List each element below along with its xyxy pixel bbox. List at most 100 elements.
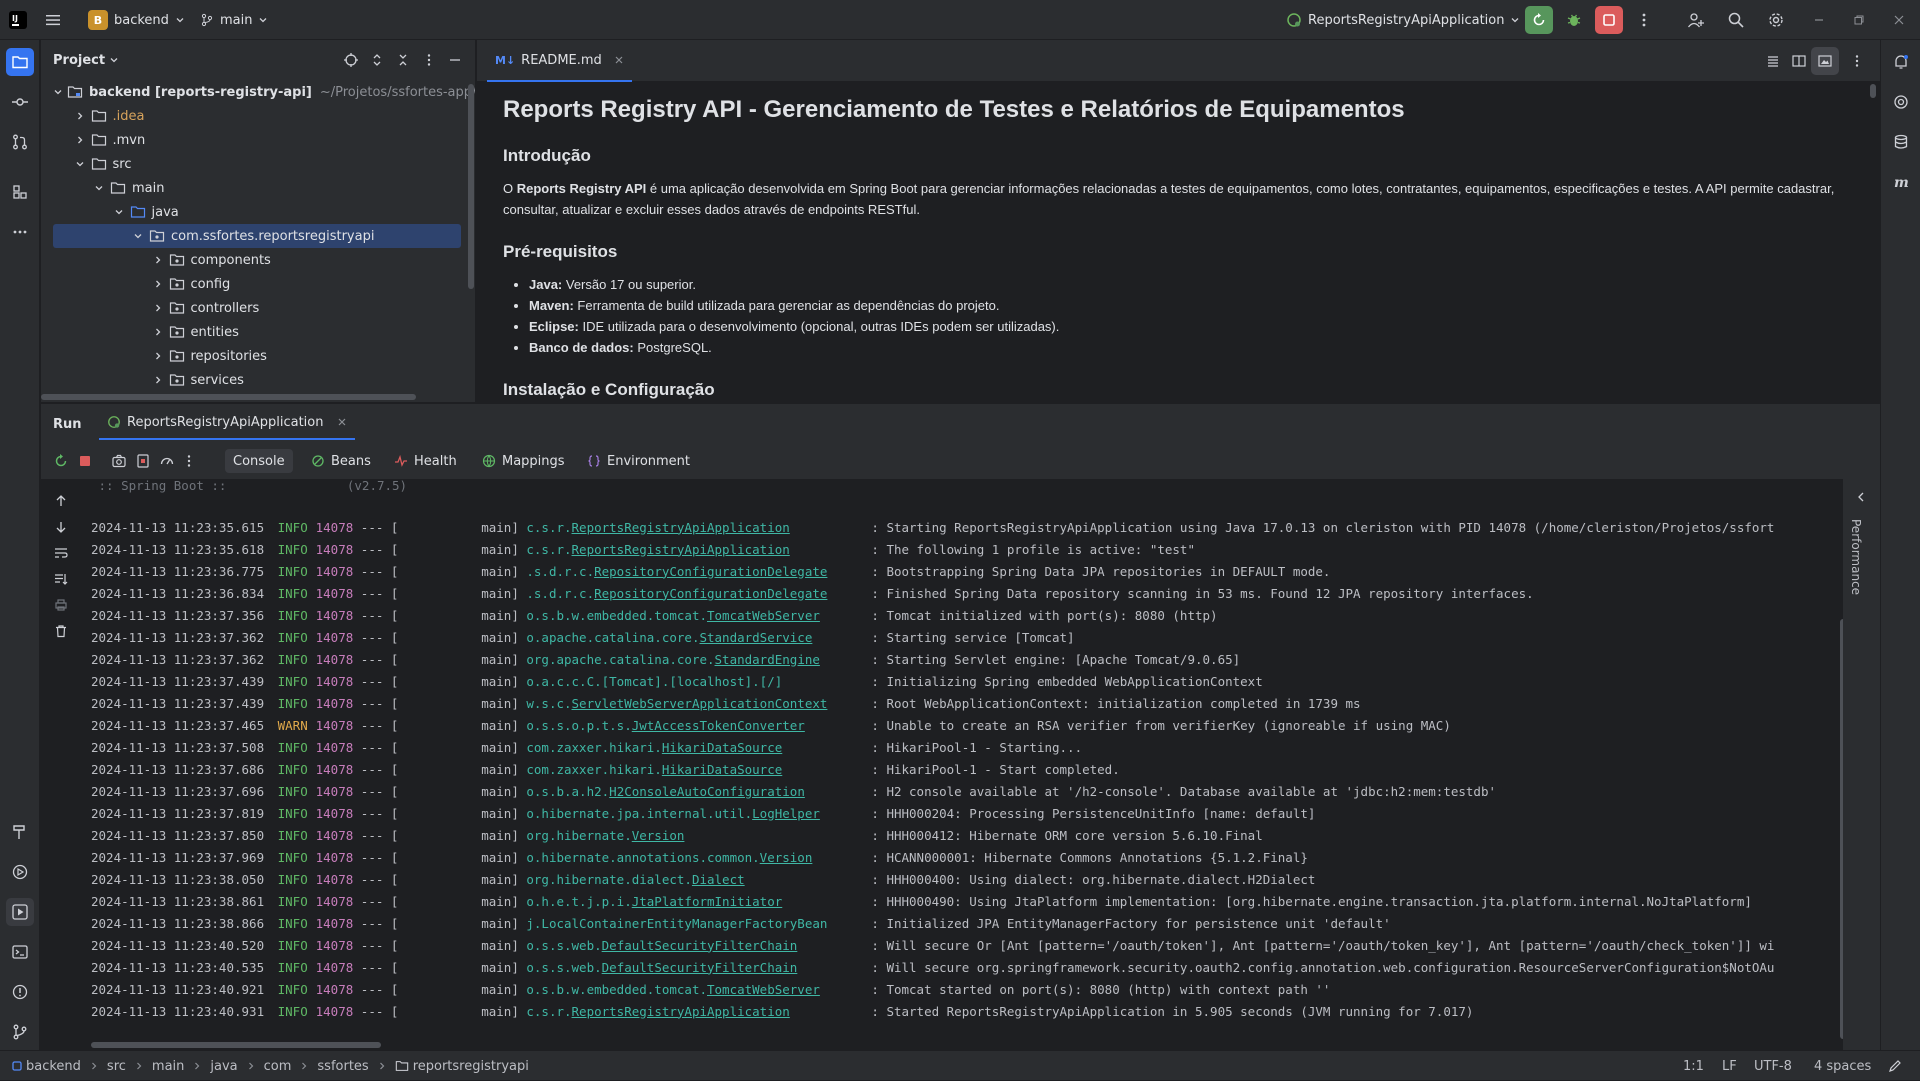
tree-item[interactable]: components	[41, 248, 461, 272]
git-tool-button[interactable]	[6, 1018, 34, 1046]
clear-console-button[interactable]	[47, 617, 75, 645]
tab-readme[interactable]: M↓ README.md	[487, 40, 632, 82]
chevron-down-icon[interactable]	[73, 157, 87, 171]
stop-app-button[interactable]	[71, 447, 99, 475]
log-logger-class-link[interactable]: RepositoryConfigurationDelegate	[594, 564, 827, 579]
line-separator[interactable]: LF	[1722, 1051, 1737, 1081]
breadcrumb-item[interactable]: reportsregistryapi	[413, 1059, 529, 1074]
chevron-right-icon[interactable]	[73, 133, 87, 147]
vertical-scrollbar[interactable]	[468, 84, 474, 289]
tab-console[interactable]: Console	[225, 449, 293, 473]
log-logger-class-link[interactable]: StandardService	[699, 630, 812, 645]
tree-item[interactable]: .idea	[41, 104, 461, 128]
close-icon[interactable]	[337, 417, 347, 427]
breadcrumb-item[interactable]: ssfortes	[317, 1059, 368, 1074]
log-logger-class-link[interactable]: HikariDataSource	[662, 740, 782, 755]
console-horizontal-scrollbar[interactable]	[91, 1042, 381, 1048]
preview-only-button[interactable]	[1811, 47, 1839, 75]
tree-item[interactable]: repositories	[41, 344, 461, 368]
chevron-right-icon[interactable]	[151, 349, 165, 363]
app-logo[interactable]: IJ	[8, 0, 28, 40]
log-logger-class-link[interactable]: TomcatWebServer	[707, 608, 820, 623]
breadcrumb-item[interactable]: com	[264, 1059, 292, 1074]
editor-only-view-button[interactable]	[1759, 47, 1787, 75]
vcs-branch-switcher[interactable]: main	[200, 0, 268, 40]
tab-mappings[interactable]: Mappings	[474, 443, 573, 479]
minimize-window-button[interactable]	[1805, 6, 1833, 34]
split-view-button[interactable]	[1785, 47, 1813, 75]
run-tool-button[interactable]	[6, 898, 34, 926]
run-config-tab[interactable]: ReportsRegistryApiApplication	[99, 406, 356, 440]
tab-environment[interactable]: Environment	[579, 443, 698, 479]
close-window-button[interactable]	[1885, 6, 1913, 34]
services-tool-button[interactable]	[6, 858, 34, 886]
log-logger-class-link[interactable]: ServletWebServerApplicationContext	[572, 696, 828, 711]
log-logger-class-link[interactable]: DefaultSecurityFilterChain	[602, 960, 798, 975]
chevron-right-icon[interactable]	[151, 325, 165, 339]
editor-more-button[interactable]	[1843, 47, 1871, 75]
maven-tool-button[interactable]: m	[1887, 168, 1915, 196]
log-logger-class-link[interactable]: RepositoryConfigurationDelegate	[594, 586, 827, 601]
run-configuration-selector[interactable]: ReportsRegistryApiApplication	[1286, 0, 1520, 40]
project-switcher[interactable]: B backend	[88, 0, 185, 40]
scroll-to-end-button[interactable]	[47, 565, 75, 593]
breadcrumb-item[interactable]: src	[107, 1059, 126, 1074]
close-icon[interactable]	[614, 55, 624, 65]
print-button[interactable]	[47, 591, 75, 619]
indent-setting[interactable]: 4 spaces	[1814, 1051, 1871, 1081]
chevron-down-icon[interactable]	[131, 229, 145, 243]
performance-label[interactable]: Performance	[1849, 519, 1863, 595]
chevron-right-icon[interactable]	[151, 253, 165, 267]
project-tool-button[interactable]	[6, 48, 34, 76]
log-logger-class-link[interactable]: ReportsRegistryApiApplication	[572, 542, 790, 557]
log-logger-class-link[interactable]: Version	[632, 828, 685, 843]
ai-assistant-tool-button[interactable]	[1887, 88, 1915, 116]
chevron-right-icon[interactable]	[151, 301, 165, 315]
log-logger-class-link[interactable]: StandardEngine	[715, 652, 820, 667]
tree-item[interactable]: config	[41, 272, 461, 296]
scroll-up-button[interactable]	[47, 487, 75, 515]
hide-panel-button[interactable]	[441, 46, 469, 74]
log-logger-class-link[interactable]: JtaPlatformInitiator	[632, 894, 783, 909]
log-logger-class-link[interactable]: Version	[760, 850, 813, 865]
project-options-button[interactable]	[415, 46, 443, 74]
more-actions-button[interactable]	[1630, 6, 1658, 34]
chevron-down-icon[interactable]	[112, 205, 126, 219]
log-logger-class-link[interactable]: H2ConsoleAutoConfiguration	[609, 784, 805, 799]
chevron-right-icon[interactable]	[151, 373, 165, 387]
file-encoding[interactable]: UTF-8	[1754, 1051, 1792, 1081]
caret-position[interactable]: 1:1	[1683, 1051, 1704, 1081]
tree-item[interactable]: services	[41, 368, 461, 392]
breadcrumb-item[interactable]: backend	[26, 1059, 81, 1074]
chevron-right-icon[interactable]	[151, 277, 165, 291]
chevron-down-icon[interactable]	[53, 85, 63, 99]
select-opened-file-button[interactable]	[337, 46, 365, 74]
chevron-right-icon[interactable]	[73, 109, 87, 123]
tab-health[interactable]: Health	[386, 443, 465, 479]
project-panel-title[interactable]: Project	[53, 53, 105, 68]
commit-tool-button[interactable]	[6, 88, 34, 116]
code-with-me-button[interactable]	[1682, 6, 1710, 34]
expand-all-button[interactable]	[363, 46, 391, 74]
chevron-down-icon[interactable]	[92, 181, 106, 195]
log-logger-class-link[interactable]: HikariDataSource	[662, 762, 782, 777]
breadcrumb-item[interactable]: java	[210, 1059, 237, 1074]
notifications-tool-button[interactable]	[1887, 48, 1915, 76]
log-logger-class-link[interactable]: Dialect	[692, 872, 745, 887]
log-logger-class-link[interactable]: ReportsRegistryApiApplication	[572, 1004, 790, 1019]
log-logger-class-link[interactable]: JwtAccessTokenConverter	[632, 718, 805, 733]
more-tool-windows-button[interactable]	[6, 218, 34, 246]
problems-tool-button[interactable]	[6, 978, 34, 1006]
expand-performance-button[interactable]	[1847, 483, 1875, 511]
console-output[interactable]: :: Spring Boot :: (v2.7.5) 2024-11-13 11…	[81, 479, 1843, 1050]
settings-button[interactable]	[1762, 6, 1790, 34]
tab-beans[interactable]: Beans	[303, 443, 379, 479]
tree-item[interactable]: main	[41, 176, 461, 200]
tree-item[interactable]: com.ssfortes.reportsregistryapi	[53, 224, 461, 248]
tree-item[interactable]: controllers	[41, 296, 461, 320]
tree-item[interactable]: entities	[41, 320, 461, 344]
log-logger-class-link[interactable]: ReportsRegistryApiApplication	[572, 520, 790, 535]
tree-item[interactable]: .mvn	[41, 128, 461, 152]
scroll-down-button[interactable]	[47, 513, 75, 541]
tree-item[interactable]: backend [reports-registry-api] ~/Projetos…	[41, 80, 475, 104]
